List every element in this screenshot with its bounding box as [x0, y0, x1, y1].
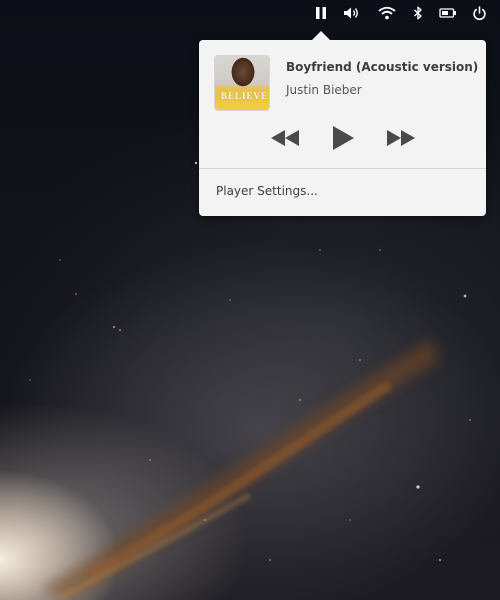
next-button[interactable] [385, 128, 417, 152]
popover-arrow [312, 31, 330, 40]
power-icon [472, 5, 487, 21]
next-icon [386, 128, 416, 152]
player-settings-item[interactable]: Player Settings... [199, 173, 486, 209]
top-panel [0, 0, 500, 26]
media-indicator[interactable] [312, 4, 330, 22]
bluetooth-icon [413, 6, 423, 20]
bluetooth-indicator[interactable] [410, 4, 426, 22]
volume-icon [343, 6, 361, 20]
pause-icon [315, 6, 327, 20]
network-indicator[interactable] [377, 4, 397, 22]
media-player-popover: BELIEVE Boyfriend (Acoustic version) Jus… [199, 31, 486, 216]
previous-icon [270, 128, 300, 152]
track-title: Boyfriend (Acoustic version) [286, 60, 479, 74]
popover-separator [199, 168, 486, 169]
previous-button[interactable] [269, 128, 301, 152]
sound-indicator[interactable] [342, 4, 362, 22]
power-indicator[interactable] [438, 4, 458, 22]
wifi-icon [378, 6, 396, 20]
battery-icon [439, 7, 457, 19]
session-indicator[interactable] [470, 4, 488, 22]
play-icon [331, 125, 355, 155]
album-art: BELIEVE [215, 56, 269, 110]
play-button[interactable] [329, 126, 357, 154]
player-settings-label: Player Settings... [216, 184, 318, 198]
track-artist: Justin Bieber [286, 83, 362, 97]
album-art-logo: BELIEVE [221, 91, 269, 101]
album-art-image [215, 56, 269, 110]
